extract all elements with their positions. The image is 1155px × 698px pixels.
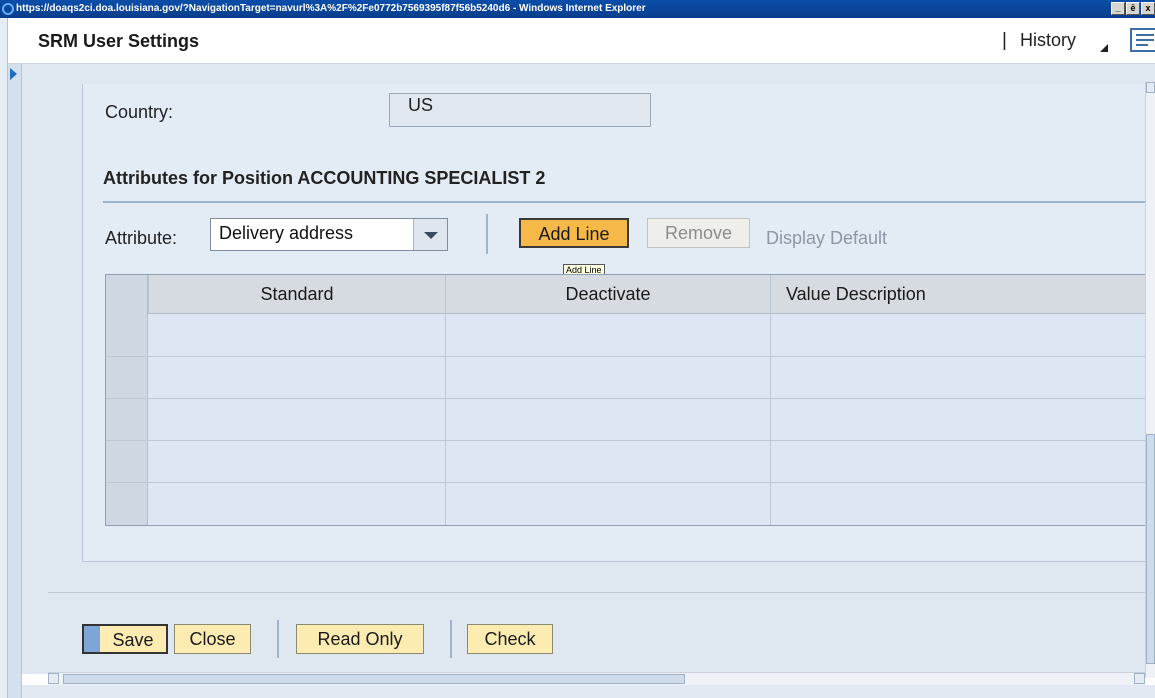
- expand-navigation-icon[interactable]: [10, 68, 17, 80]
- footer-divider: [48, 592, 1145, 593]
- display-default-link[interactable]: Display Default: [766, 228, 887, 249]
- vertical-scrollbar[interactable]: [1145, 82, 1155, 678]
- column-header-value-description[interactable]: Value Description: [770, 275, 1150, 314]
- restore-button[interactable]: ē: [1126, 2, 1140, 15]
- read-only-button[interactable]: Read Only: [296, 624, 424, 654]
- footer-divider-vertical: [450, 620, 452, 658]
- chevron-down-icon[interactable]: [413, 219, 447, 250]
- scroll-up-icon[interactable]: [1146, 82, 1155, 93]
- table-row[interactable]: [106, 482, 1149, 483]
- window-title: https://doaqs2ci.doa.louisiana.gov/?Navi…: [16, 3, 646, 14]
- row-selector-column[interactable]: [106, 275, 148, 525]
- minimize-button[interactable]: _: [1111, 2, 1125, 15]
- add-line-button[interactable]: Add Line: [519, 218, 629, 248]
- footer-divider-vertical: [277, 620, 279, 658]
- content-area: Country: US Attributes for Position ACCO…: [22, 64, 1155, 674]
- header-separator: |: [1002, 30, 1007, 51]
- window-left-edge: [0, 18, 8, 698]
- history-dropdown-icon[interactable]: [1100, 44, 1108, 52]
- section-title: Attributes for Position ACCOUNTING SPECI…: [103, 168, 546, 188]
- column-header-standard[interactable]: Standard: [148, 275, 445, 314]
- navigation-panel-collapsed: [8, 64, 22, 698]
- toolbar-divider: [486, 214, 488, 254]
- window-titlebar: https://doaqs2ci.doa.louisiana.gov/?Navi…: [0, 0, 1155, 18]
- save-button-label: Save: [112, 630, 154, 650]
- attribute-label: Attribute:: [105, 228, 178, 248]
- column-divider: [445, 314, 446, 525]
- remove-button[interactable]: Remove: [647, 218, 750, 248]
- table-row[interactable]: [106, 398, 1149, 399]
- check-button[interactable]: Check: [467, 624, 553, 654]
- close-window-button[interactable]: x: [1141, 2, 1155, 15]
- column-divider: [770, 314, 771, 525]
- country-field: US: [389, 93, 651, 127]
- vertical-scroll-thumb[interactable]: [1146, 434, 1155, 664]
- table-row[interactable]: [106, 356, 1149, 357]
- horizontal-scroll-thumb[interactable]: [63, 674, 685, 684]
- country-label: Country:: [105, 102, 174, 122]
- internet-explorer-icon: [2, 3, 14, 15]
- table-row[interactable]: [106, 440, 1149, 441]
- page-title: SRM User Settings: [38, 31, 200, 51]
- app-header: SRM User Settings | History: [8, 18, 1155, 64]
- horizontal-scrollbar[interactable]: [48, 672, 1145, 685]
- close-button[interactable]: Close: [174, 624, 251, 654]
- attribute-dropdown[interactable]: Delivery address: [210, 218, 448, 251]
- section-divider: [103, 201, 1155, 203]
- attribute-selected-value: Delivery address: [219, 223, 354, 243]
- save-button[interactable]: Save: [82, 624, 168, 654]
- attributes-table: Standard Deactivate Value Description: [105, 274, 1150, 526]
- menu-icon[interactable]: [1130, 28, 1155, 52]
- window-controls: _ ē x: [1111, 2, 1155, 15]
- scroll-left-icon[interactable]: [48, 673, 59, 684]
- column-header-deactivate[interactable]: Deactivate: [445, 275, 770, 314]
- status-strip: [22, 685, 1155, 698]
- scroll-right-icon[interactable]: [1134, 673, 1145, 684]
- history-menu[interactable]: History: [1020, 30, 1076, 51]
